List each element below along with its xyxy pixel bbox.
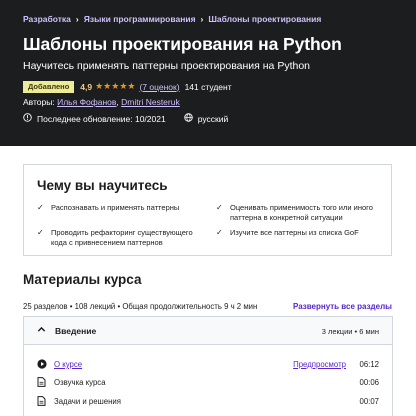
learn-item: ✓ Проводить рефакторинг существующего ко… bbox=[37, 228, 197, 248]
play-icon bbox=[37, 359, 47, 371]
globe-icon bbox=[183, 113, 193, 124]
learn-item-text: Изучите все паттерны из списка GoF bbox=[230, 228, 359, 237]
check-icon: ✓ bbox=[37, 203, 44, 212]
authors-line: Авторы: Илья Фофанов, Dmitri Nesteruk bbox=[23, 97, 180, 107]
chevron-up-icon[interactable] bbox=[37, 325, 46, 336]
updated-text: Последнее обновление: 10/2021 bbox=[37, 113, 166, 124]
lecture-title: Озвучка курса bbox=[54, 378, 106, 387]
learn-item: ✓ Оценивать применимость того или иного … bbox=[216, 203, 381, 223]
course-meta: Добавлено 4,9 ★★★★★ (7 оценок) 141 студе… bbox=[23, 80, 232, 93]
check-icon: ✓ bbox=[37, 228, 44, 237]
check-icon: ✓ bbox=[216, 228, 223, 237]
breadcrumb-item-development[interactable]: Разработка bbox=[23, 14, 71, 24]
lecture-item: Озвучка курса 00:06 bbox=[24, 377, 392, 393]
learn-item: ✓ Распознавать и применять паттерны bbox=[37, 203, 197, 213]
what-you-learn-box: Чему вы научитесь ✓ Распознавать и приме… bbox=[23, 164, 392, 256]
status-badge: Добавлено bbox=[23, 80, 75, 93]
lecture-item: Задачи и решения 00:07 bbox=[24, 396, 392, 412]
star-rating-icon: ★★★★★ bbox=[95, 81, 136, 91]
file-icon bbox=[37, 396, 46, 408]
section-lecture-count: 3 лекции • 6 мин bbox=[321, 327, 379, 336]
rating-value: 4,9 bbox=[80, 81, 93, 92]
preview-link[interactable]: Предпросмотр bbox=[293, 360, 346, 369]
students-count: 141 студент bbox=[184, 81, 232, 92]
section-header[interactable]: Введение 3 лекции • 6 мин bbox=[24, 317, 392, 345]
author-link[interactable]: Dmitri Nesteruk bbox=[121, 97, 180, 107]
lecture-title: Задачи и решения bbox=[54, 397, 122, 406]
check-icon: ✓ bbox=[216, 203, 223, 212]
lecture-duration: 00:06 bbox=[359, 378, 379, 387]
section-title: Введение bbox=[55, 326, 97, 336]
learn-heading: Чему вы научитесь bbox=[37, 178, 168, 193]
authors-label: Авторы: bbox=[23, 97, 55, 107]
breadcrumb-item-patterns[interactable]: Шаблоны проектирования bbox=[208, 14, 321, 24]
chevron-right-icon: › bbox=[200, 14, 204, 24]
author-link[interactable]: Илья Фофанов bbox=[57, 97, 116, 107]
reviews-link[interactable]: (7 оценок) bbox=[139, 82, 179, 92]
course-subtitle: Научитесь применять паттерны проектирова… bbox=[23, 60, 311, 72]
breadcrumb: Разработка › Языки программирования › Шаблон… bbox=[23, 14, 321, 24]
course-title: Шаблоны проектирования на Python bbox=[23, 34, 342, 54]
course-section: Введение 3 лекции • 6 мин О курсе Предпр… bbox=[23, 316, 393, 416]
lecture-duration: 00:07 bbox=[359, 397, 379, 406]
breadcrumb-item-languages[interactable]: Языки программирования bbox=[84, 14, 196, 24]
learn-item-text: Оценивать применимость того или иного па… bbox=[230, 203, 373, 222]
lecture-title[interactable]: О курсе bbox=[54, 360, 82, 369]
course-header: Разработка › Языки программирования › Шаблон… bbox=[0, 0, 416, 146]
lecture-item[interactable]: О курсе Предпросмотр 06:12 bbox=[24, 359, 392, 375]
lecture-duration: 06:12 bbox=[359, 360, 379, 369]
alert-icon bbox=[23, 113, 32, 124]
course-content-heading: Материалы курса bbox=[23, 272, 142, 287]
course-content-summary: 25 разделов • 108 лекций • Общая продолж… bbox=[23, 302, 258, 311]
learn-item: ✓ Изучите все паттерны из списка GoF bbox=[216, 228, 381, 238]
chevron-right-icon: › bbox=[75, 14, 79, 24]
learn-item-text: Проводить рефакторинг существующего кода… bbox=[51, 228, 193, 247]
expand-all-sections-button[interactable]: Развернуть все разделы bbox=[293, 302, 392, 311]
learn-item-text: Распознавать и применять паттерны bbox=[51, 203, 180, 212]
update-info: Последнее обновление: 10/2021 русский bbox=[23, 113, 228, 124]
file-icon bbox=[37, 377, 46, 389]
language-text: русский bbox=[197, 113, 229, 124]
